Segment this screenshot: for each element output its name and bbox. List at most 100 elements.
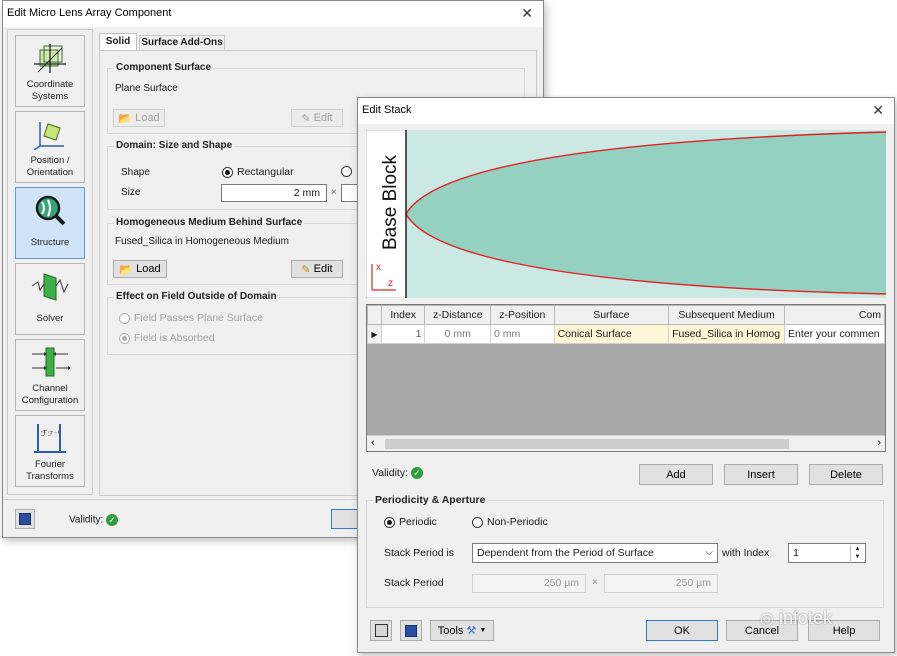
tab-solid-label: Solid	[105, 36, 131, 47]
channel-configuration-icon	[32, 347, 71, 377]
nav-solver[interactable]: Solver	[15, 263, 85, 335]
position-orientation-icon	[33, 122, 64, 151]
dropdown-arrow-icon: ▼	[479, 627, 487, 634]
nav-label: Fourier Transforms	[26, 459, 74, 482]
period-times: ×	[592, 577, 598, 588]
pencil-icon: ✎	[301, 263, 311, 276]
field-passes-radio[interactable]: Field Passes Plane Surface	[119, 312, 263, 324]
row-header-corner	[367, 305, 382, 325]
rectangular-radio[interactable]: Rectangular	[222, 166, 294, 178]
coordinate-systems-icon	[34, 44, 66, 73]
column-header[interactable]: Surface	[553, 305, 670, 325]
svg-text:ℱ: ℱ	[41, 429, 48, 438]
tab-solid[interactable]: Solid	[99, 33, 137, 51]
stack-period-select[interactable]: Dependent from the Period of Surface ⌵	[472, 543, 718, 563]
row-selector-icon[interactable]: ▶	[367, 324, 382, 344]
nav-fourier-transforms[interactable]: ℱ ℱ⁻¹ Fourier Transforms	[15, 415, 85, 487]
stack-preview: Base Block x z	[366, 130, 886, 298]
component-surface-title: Component Surface	[114, 62, 214, 73]
column-header[interactable]: z-Distance	[424, 305, 492, 325]
save-stack-button[interactable]	[400, 620, 422, 641]
load-label: Load	[135, 112, 160, 124]
add-button[interactable]: Add	[639, 464, 713, 485]
scroll-left-icon[interactable]: ‹	[371, 437, 375, 449]
load-label: Load	[136, 263, 161, 275]
delete-button[interactable]: Delete	[809, 464, 883, 485]
with-index-label: with Index	[722, 547, 770, 559]
preview-3d-icon	[374, 624, 388, 637]
tools-button[interactable]: Tools ⚒ ▼	[430, 620, 494, 641]
validity-label: Validity: ✓	[69, 514, 119, 526]
periodic-radio[interactable]: Periodic	[384, 516, 437, 528]
elliptic-radio[interactable]	[341, 166, 352, 177]
tab-surface-add-ons[interactable]: Surface Add-Ons	[139, 35, 225, 51]
folder-icon: 📂	[118, 112, 133, 125]
micro-lens-title: Edit Micro Lens Array Component	[7, 7, 172, 19]
insert-button[interactable]: Insert	[724, 464, 798, 485]
radio-circle	[119, 332, 130, 344]
periodic-label: Periodic	[399, 516, 437, 528]
column-header[interactable]: z-Position	[490, 305, 555, 325]
period-y-field[interactable]: 250 µm	[604, 574, 718, 593]
column-header[interactable]: Com	[784, 305, 885, 325]
tools-icon: ⚒	[466, 625, 477, 637]
index-cell[interactable]: 1	[380, 324, 426, 344]
medium-edit-button[interactable]: ✎ Edit	[291, 260, 343, 278]
nav-label: Position / Orientation	[26, 155, 74, 178]
medium-cell[interactable]: Fused_Silica in Homog	[668, 324, 786, 344]
preview-3d-button[interactable]	[370, 620, 392, 641]
nav-label: Solver	[36, 313, 64, 324]
radio-circle	[222, 166, 233, 178]
size-x-field[interactable]: 2 mm	[221, 184, 327, 202]
stack-period-label: Stack Period	[384, 577, 444, 589]
medium-title: Homogeneous Medium Behind Surface	[114, 217, 305, 228]
horizontal-scrollbar[interactable]: ‹ ›	[367, 435, 885, 451]
svg-text:ℱ⁻¹: ℱ⁻¹	[48, 430, 60, 438]
axis-x-label: x	[376, 262, 381, 273]
table-row[interactable]: ▶ 1 0 mm 0 mm Conical Surface Fused_Sili…	[367, 324, 885, 344]
edit-label: Edit	[313, 263, 333, 275]
base-block-label: Base Block	[380, 154, 401, 250]
column-header[interactable]: Subsequent Medium	[668, 305, 786, 325]
z-position-cell[interactable]: 0 mm	[490, 324, 555, 344]
stack-table-body: Index z-Distance z-Position Surface Subs…	[367, 305, 885, 344]
period-x-field[interactable]: 250 µm	[472, 574, 586, 593]
save-icon	[19, 513, 31, 525]
edit-stack-dialog: Edit Stack ✕ Base Block x z Index z-Dist…	[357, 97, 895, 653]
non-periodic-radio[interactable]: Non-Periodic	[472, 516, 548, 528]
close-icon[interactable]: ✕	[872, 102, 884, 119]
comment-cell[interactable]: Enter your commen	[784, 324, 885, 344]
shape-label: Shape	[121, 167, 150, 178]
surface-edit-button[interactable]: ✎ Edit	[291, 109, 343, 127]
radio-circle	[119, 312, 130, 324]
z-distance-cell[interactable]: 0 mm	[424, 324, 492, 344]
field-absorbed-radio[interactable]: Field is Absorbed	[119, 332, 215, 344]
cancel-button[interactable]: Cancel	[726, 620, 798, 641]
medium-load-button[interactable]: 📂 Load	[113, 260, 167, 278]
save-button[interactable]	[15, 509, 35, 529]
ok-button[interactable]: OK	[646, 620, 718, 641]
scroll-thumb[interactable]	[385, 439, 789, 449]
surface-load-button[interactable]: 📂 Load	[113, 109, 165, 127]
close-icon[interactable]: ✕	[521, 5, 533, 22]
index-stepper[interactable]: 1 ▲ ▼	[788, 543, 866, 563]
micro-lens-titlebar: Edit Micro Lens Array Component ✕	[3, 1, 543, 27]
nav-channel-configuration[interactable]: Channel Configuration	[15, 339, 85, 411]
column-header[interactable]: Index	[380, 305, 426, 325]
field-absorbed-label: Field is Absorbed	[134, 332, 215, 344]
nav-position-orientation[interactable]: Position / Orientation	[15, 111, 85, 183]
stack-period-is-label: Stack Period is	[384, 547, 455, 559]
edit-stack-titlebar: Edit Stack ✕	[358, 98, 894, 124]
help-button[interactable]: Help	[808, 620, 880, 641]
nav-coordinate-systems[interactable]: Coordinate Systems	[15, 35, 85, 107]
periodicity-title: Periodicity & Aperture	[373, 494, 488, 506]
spin-arrows-icon[interactable]: ▲ ▼	[850, 545, 864, 561]
tools-label: Tools	[437, 624, 464, 637]
nav-structure[interactable]: Structure	[15, 187, 85, 259]
non-periodic-label: Non-Periodic	[487, 516, 548, 528]
surface-cell[interactable]: Conical Surface	[553, 324, 670, 344]
solver-icon	[31, 273, 69, 301]
tab-surface-add-ons-label: Surface Add-Ons	[141, 37, 223, 48]
medium-value: Fused_Silica in Homogeneous Medium	[115, 236, 289, 247]
scroll-right-icon[interactable]: ›	[877, 437, 881, 449]
